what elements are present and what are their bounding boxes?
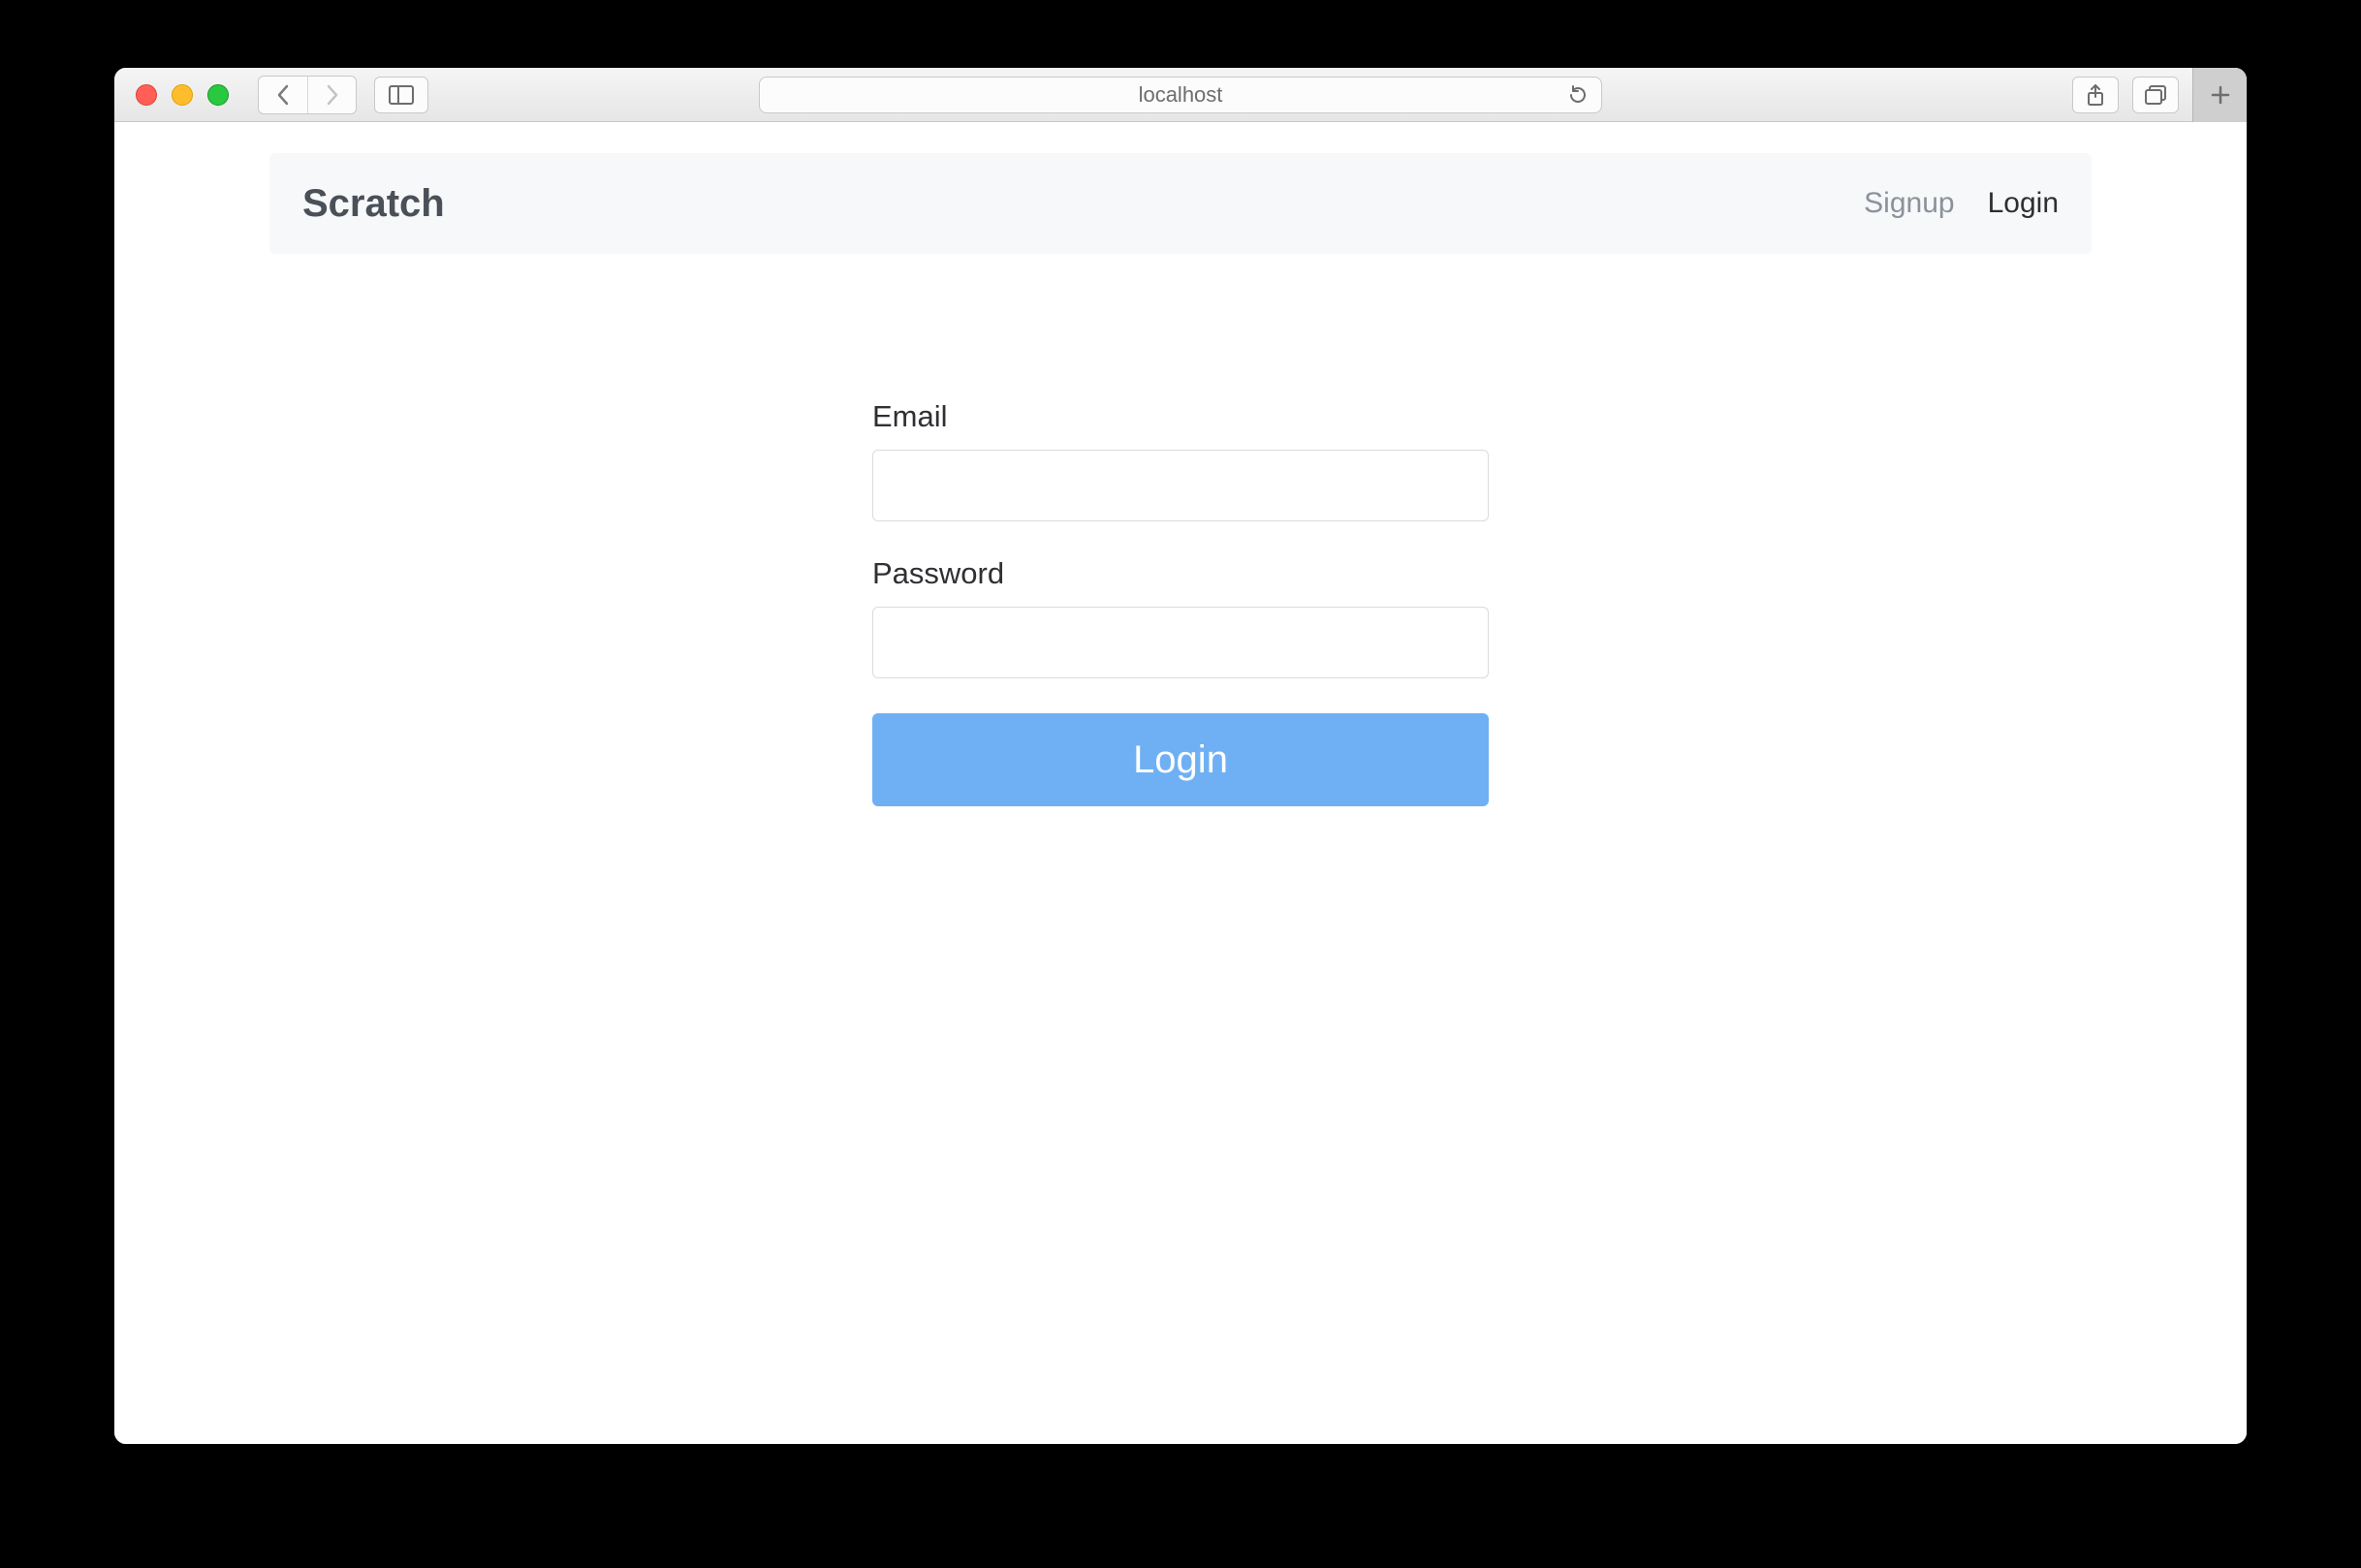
share-button[interactable] [2072, 77, 2119, 113]
new-tab-button[interactable] [2192, 68, 2247, 122]
reload-button[interactable] [1568, 84, 1588, 106]
titlebar-right [2072, 68, 2247, 122]
page-content: Scratch Signup Login Email Password Logi… [114, 122, 2247, 1444]
close-window-button[interactable] [136, 84, 157, 106]
password-label: Password [872, 556, 1489, 591]
email-field-group: Email [872, 399, 1489, 521]
signup-link[interactable]: Signup [1864, 187, 1954, 220]
plus-icon [2210, 84, 2231, 106]
forward-button[interactable] [307, 77, 356, 113]
reload-icon [1568, 84, 1588, 106]
browser-window: localhost [114, 68, 2247, 1444]
fullscreen-window-button[interactable] [207, 84, 229, 106]
share-icon [2086, 83, 2105, 107]
tabs-overview-button[interactable] [2132, 77, 2179, 113]
back-button[interactable] [259, 77, 307, 113]
email-label: Email [872, 399, 1489, 434]
browser-titlebar: localhost [114, 68, 2247, 122]
chevron-left-icon [275, 84, 291, 106]
app-navbar: Scratch Signup Login [269, 153, 2092, 254]
brand-title[interactable]: Scratch [302, 182, 445, 226]
login-link[interactable]: Login [1988, 187, 2059, 220]
minimize-window-button[interactable] [172, 84, 193, 106]
address-bar-text: localhost [1139, 82, 1223, 108]
password-field-group: Password [872, 556, 1489, 678]
history-nav [258, 76, 357, 114]
tabs-icon [2144, 84, 2167, 106]
nav-links: Signup Login [1864, 187, 2059, 220]
sidebar-icon [389, 85, 414, 105]
sidebar-toggle-button[interactable] [374, 77, 428, 113]
password-input[interactable] [872, 607, 1489, 678]
chevron-right-icon [325, 84, 340, 106]
login-button[interactable]: Login [872, 713, 1489, 806]
address-bar[interactable]: localhost [759, 77, 1602, 113]
email-input[interactable] [872, 450, 1489, 521]
window-controls [136, 84, 229, 106]
login-form: Email Password Login [872, 399, 1489, 806]
